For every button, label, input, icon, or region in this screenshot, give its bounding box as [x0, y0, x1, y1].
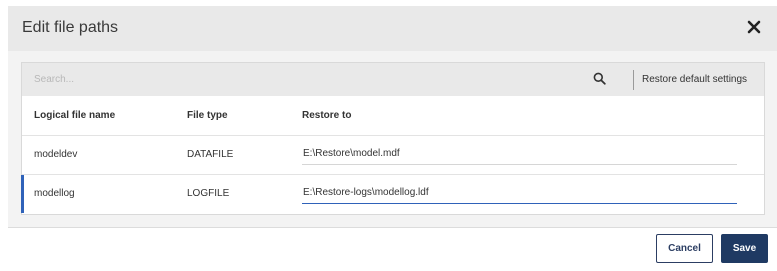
- edit-file-paths-dialog: Edit file paths Restore default settings…: [0, 0, 777, 271]
- logical-file-name-cell: modeldev: [34, 149, 78, 160]
- restore-to-input[interactable]: [302, 182, 737, 204]
- toolbar-divider: [633, 70, 634, 90]
- logical-file-name-cell: modellog: [34, 188, 75, 199]
- column-header-file-type: File type: [187, 110, 228, 121]
- column-header-restore-to: Restore to: [302, 110, 352, 121]
- restore-to-input[interactable]: [302, 143, 737, 165]
- search-icon[interactable]: [593, 72, 606, 85]
- dialog-footer: Cancel Save: [8, 227, 777, 271]
- search-input[interactable]: [26, 68, 586, 90]
- file-type-cell: LOGFILE: [187, 188, 230, 199]
- panel-toolbar: Restore default settings: [22, 63, 764, 96]
- selected-row-indicator: [21, 175, 24, 213]
- table-row-selected[interactable]: modellog LOGFILE: [21, 174, 764, 213]
- dialog-title: Edit file paths: [22, 19, 119, 36]
- file-paths-panel: Restore default settings Logical file na…: [21, 62, 765, 215]
- file-type-cell: DATAFILE: [187, 149, 234, 160]
- restore-default-settings-button[interactable]: Restore default settings: [642, 74, 747, 85]
- save-button[interactable]: Save: [721, 234, 768, 263]
- table-row[interactable]: modeldev DATAFILE: [22, 135, 764, 173]
- cancel-button[interactable]: Cancel: [656, 234, 713, 263]
- column-header-logical-file-name: Logical file name: [34, 110, 116, 121]
- close-icon[interactable]: [745, 18, 763, 36]
- dialog-header: Edit file paths: [8, 6, 777, 51]
